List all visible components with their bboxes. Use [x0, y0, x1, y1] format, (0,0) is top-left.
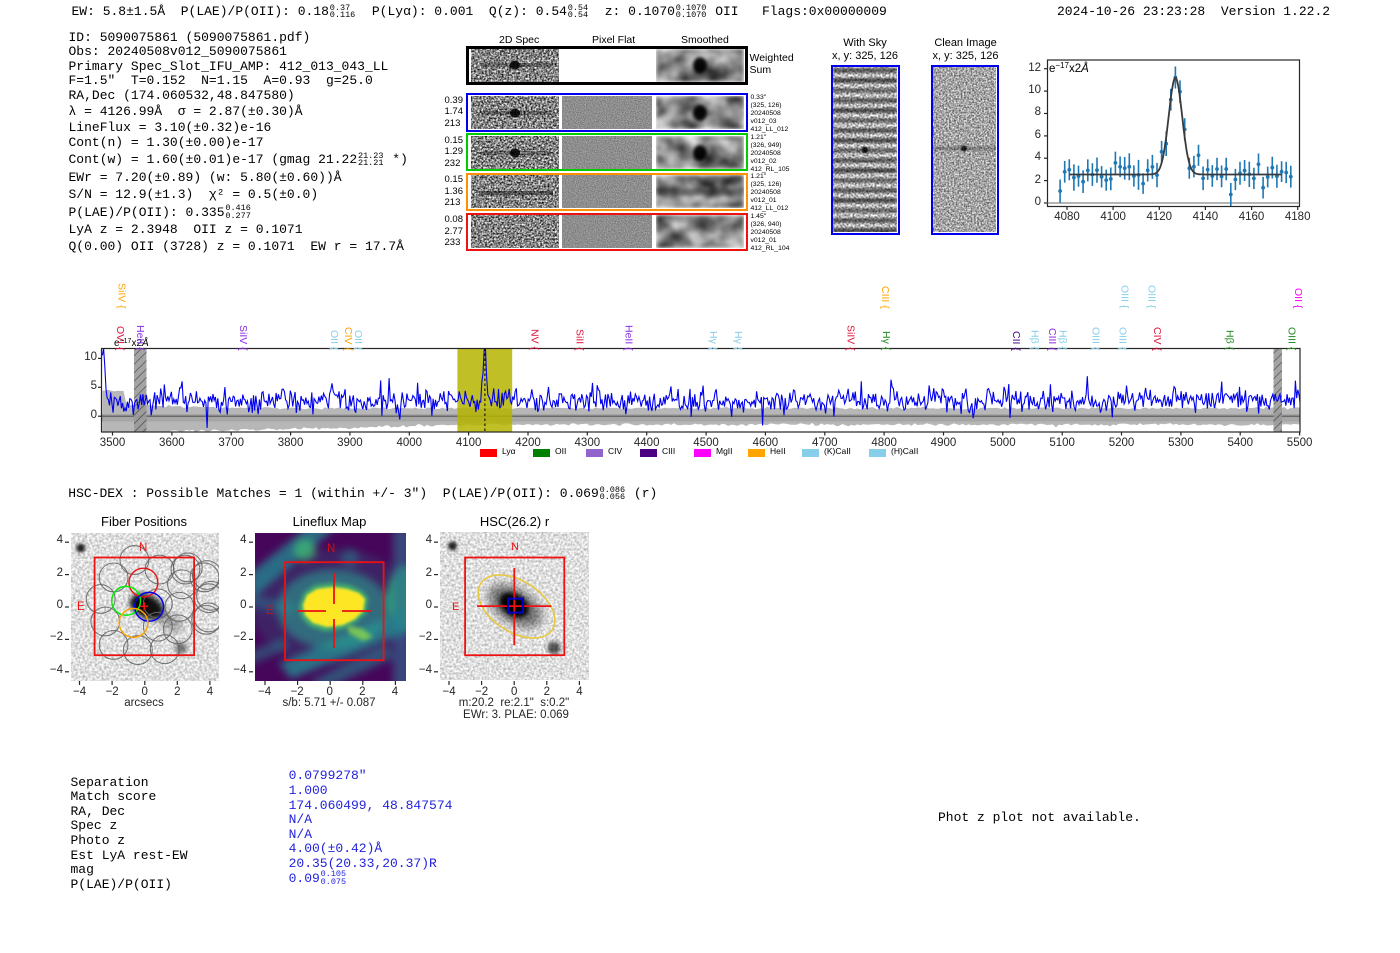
svg-text:N: N [511, 541, 519, 553]
svg-text:N: N [139, 542, 147, 554]
svg-text:E: E [77, 601, 85, 613]
svg-text:E: E [452, 601, 459, 613]
svg-text:N: N [327, 543, 335, 555]
svg-text:E: E [266, 605, 274, 617]
